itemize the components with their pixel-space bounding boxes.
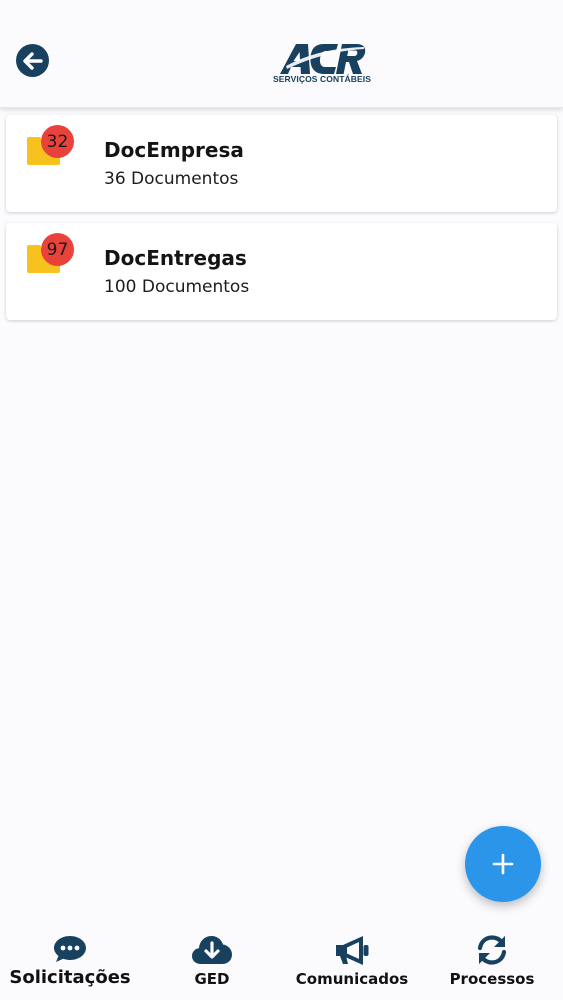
megaphone-icon xyxy=(336,936,369,965)
folder-list: 32 DocEmpresa 36 Documentos 97 DocEntreg… xyxy=(6,115,557,331)
folder-name: DocEmpresa xyxy=(104,138,244,162)
folder-card-docentregas[interactable]: 97 DocEntregas 100 Documentos xyxy=(6,223,557,320)
company-logo: SERVIÇOS CONTÁBEIS xyxy=(272,42,372,88)
unread-badge: 97 xyxy=(41,233,74,266)
back-button[interactable] xyxy=(16,44,49,77)
plus-icon xyxy=(492,853,514,875)
arrow-left-icon xyxy=(22,51,43,70)
nav-label: GED xyxy=(194,970,230,988)
folder-document-count: 100 Documentos xyxy=(104,277,250,297)
nav-item-processos[interactable]: Processos xyxy=(444,934,540,988)
bottom-navigation: Solicitações GED Comunicados Processos xyxy=(0,920,563,1000)
nav-label: Solicitações xyxy=(9,967,131,988)
folder-document-count: 36 Documentos xyxy=(104,169,239,189)
nav-item-ged[interactable]: GED xyxy=(172,934,252,988)
folder-card-docempresa[interactable]: 32 DocEmpresa 36 Documentos xyxy=(6,115,557,212)
logo-word-mark xyxy=(280,44,366,74)
add-button[interactable] xyxy=(465,826,541,902)
app-header: SERVIÇOS CONTÁBEIS xyxy=(0,0,563,108)
nav-label: Comunicados xyxy=(295,970,409,988)
nav-label: Processos xyxy=(449,970,535,988)
nav-item-comunicados[interactable]: Comunicados xyxy=(290,934,414,988)
cloud-download-icon xyxy=(192,936,232,964)
folder-name: DocEntregas xyxy=(104,246,247,270)
unread-badge: 32 xyxy=(41,125,74,158)
sync-icon xyxy=(477,935,507,965)
chat-bubble-icon xyxy=(54,936,86,962)
logo-subtitle: SERVIÇOS CONTÁBEIS xyxy=(273,74,371,84)
nav-item-solicitacoes[interactable]: Solicitações xyxy=(8,934,132,988)
